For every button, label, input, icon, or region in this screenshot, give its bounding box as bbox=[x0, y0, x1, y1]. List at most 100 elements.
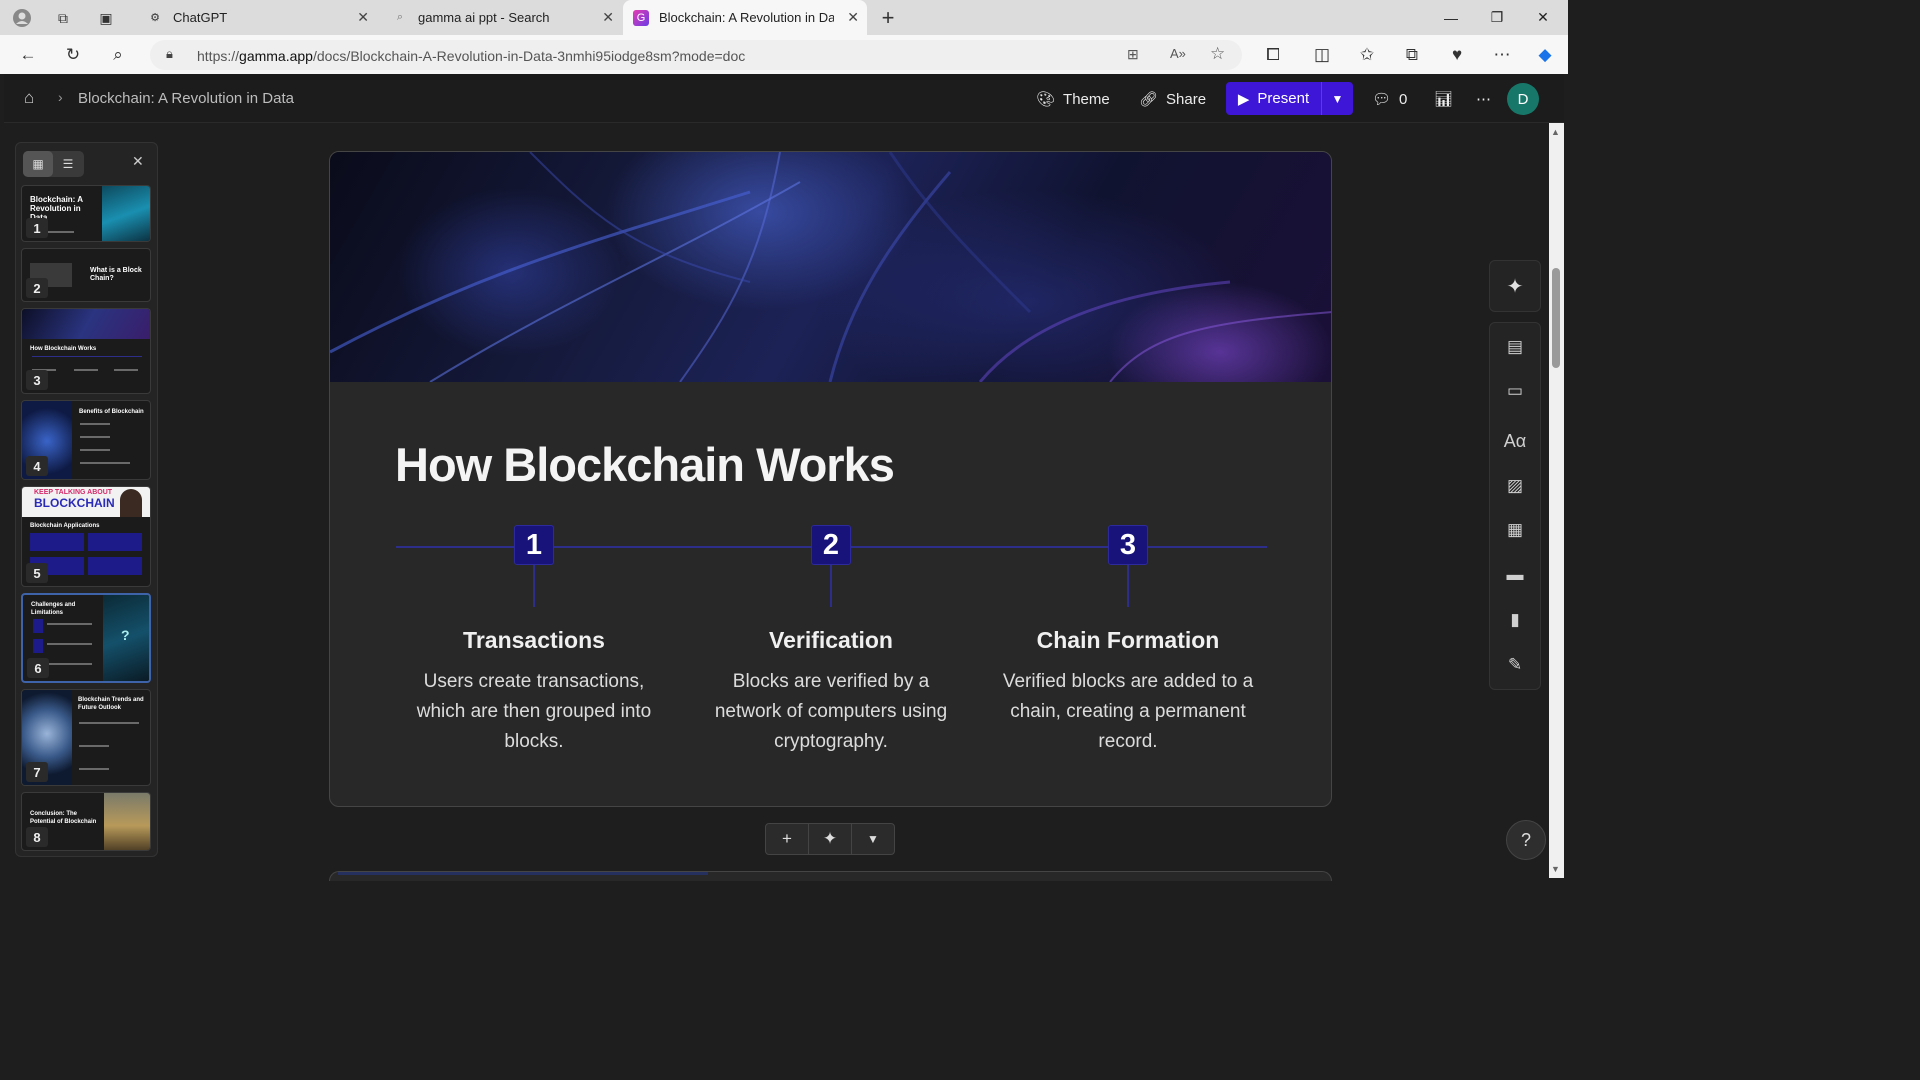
slide-thumbnail-4[interactable]: Benefits of Blockchain 4 bbox=[21, 400, 151, 480]
page-scrollbar[interactable]: ▲ ▼ bbox=[1549, 123, 1564, 878]
browser-essentials-icon[interactable]: ♥ bbox=[1444, 42, 1470, 68]
slide-image: KEEP TALKING ABOUT BLOCKCHAIN bbox=[22, 487, 150, 517]
step-number: 1 bbox=[514, 525, 554, 565]
favorites-icon[interactable]: ✩ bbox=[1354, 42, 1380, 68]
chatgpt-icon: ⚙ bbox=[150, 12, 160, 24]
home-icon[interactable]: ⌂ bbox=[24, 88, 34, 108]
chart-icon[interactable]: ▮ bbox=[1490, 600, 1540, 640]
add-card-icon[interactable]: + bbox=[766, 824, 809, 854]
minimize-icon[interactable]: — bbox=[1428, 0, 1474, 35]
slide-thumbnail-3[interactable]: How Blockchain Works 3 bbox=[21, 308, 151, 394]
slide-card[interactable]: How Blockchain Works 1 Transactions User… bbox=[329, 151, 1332, 807]
step-heading[interactable]: Chain Formation bbox=[998, 627, 1258, 654]
slide-thumbnail-1[interactable]: Blockchain: A Revolution in Data 1 bbox=[21, 185, 151, 242]
step-heading[interactable]: Transactions bbox=[404, 627, 664, 654]
tab-title: Blockchain: A Revolution in Data bbox=[659, 10, 834, 25]
video-icon[interactable]: ▦ bbox=[1490, 510, 1540, 550]
avatar[interactable]: D bbox=[1507, 83, 1539, 115]
close-icon[interactable]: ✕ bbox=[602, 9, 614, 26]
present-button[interactable]: ▶ Present bbox=[1226, 82, 1321, 115]
slide-thumbnail-6[interactable]: Challenges and Limitations ? 6 bbox=[21, 593, 151, 683]
ai-generate-icon[interactable]: ✦ bbox=[809, 824, 852, 854]
workspaces-icon[interactable]: ⧉ bbox=[49, 4, 77, 32]
close-icon[interactable]: ✕ bbox=[357, 9, 369, 26]
vertical-tabs-icon[interactable]: ▣ bbox=[92, 4, 120, 32]
profile-icon[interactable] bbox=[8, 4, 36, 32]
step-description[interactable]: Blocks are verified by a network of comp… bbox=[701, 667, 961, 757]
scrollbar-thumb[interactable] bbox=[1552, 268, 1560, 368]
chevron-right-icon: › bbox=[58, 89, 63, 105]
step-number: 3 bbox=[1108, 525, 1148, 565]
scroll-down-icon[interactable]: ▼ bbox=[1551, 864, 1560, 874]
link-icon: 🔗︎ bbox=[1139, 91, 1159, 108]
split-screen-icon[interactable]: ◫ bbox=[1309, 42, 1335, 68]
copilot-icon[interactable]: ◆ bbox=[1532, 42, 1558, 68]
chevron-down-icon[interactable]: ▼ bbox=[1321, 82, 1353, 115]
scroll-up-icon[interactable]: ▲ bbox=[1551, 127, 1560, 137]
palette-icon: 🎨︎ bbox=[1036, 91, 1056, 108]
browser-toolbar: ← ↻ ⌕ 🔒︎ https://gamma.app/docs/Blockcha… bbox=[0, 35, 1568, 74]
slide-image bbox=[22, 309, 150, 339]
slide-thumbnail-5[interactable]: KEEP TALKING ABOUT BLOCKCHAIN Blockchain… bbox=[21, 486, 151, 587]
tab-title: gamma ai ppt - Search bbox=[418, 10, 550, 25]
share-button[interactable]: 🔗︎ Share bbox=[1139, 83, 1206, 115]
edit-form-icon[interactable]: ✎ bbox=[1490, 645, 1540, 685]
more-menu-icon[interactable]: ⋯ bbox=[1489, 42, 1515, 68]
help-button[interactable]: ? bbox=[1506, 820, 1546, 860]
tab-title: ChatGPT bbox=[173, 10, 228, 25]
insert-toolbar: ▤ ▭ Aα ▨ ▦ ▬ ▮ ✎ bbox=[1489, 322, 1541, 690]
slide-thumbnail-8[interactable]: Conclusion: The Potential of Blockchain … bbox=[21, 792, 151, 851]
comments-button[interactable]: 💬︎ 0 bbox=[1372, 83, 1407, 115]
add-card-template-icon[interactable]: ▤ bbox=[1490, 327, 1540, 367]
refresh-icon[interactable]: ↻ bbox=[60, 42, 86, 68]
back-icon[interactable]: ← bbox=[15, 42, 41, 68]
search-icon[interactable]: ⌕ bbox=[105, 42, 131, 68]
browser-tab-strip: ⧉ ▣ ⚙ ChatGPT ✕ ⌕ gamma ai ppt - Search … bbox=[0, 0, 1568, 35]
list-view-icon[interactable]: ☰ bbox=[53, 151, 83, 177]
add-card-toolbar: + ✦ ▼ bbox=[765, 823, 895, 855]
tab-search[interactable]: ⌕ gamma ai ppt - Search ✕ bbox=[382, 0, 622, 35]
close-window-icon[interactable]: ✕ bbox=[1520, 0, 1566, 35]
favorite-star-icon[interactable]: ☆ bbox=[1210, 44, 1225, 64]
ai-edit-icon[interactable]: ✦ bbox=[1489, 260, 1541, 312]
embed-icon[interactable]: ▬ bbox=[1490, 555, 1540, 595]
breadcrumb-doc-title[interactable]: Blockchain: A Revolution in Data bbox=[78, 90, 294, 107]
theme-button[interactable]: 🎨︎ Theme bbox=[1036, 83, 1110, 115]
step-connector bbox=[1127, 565, 1129, 607]
gamma-icon: G bbox=[633, 9, 649, 26]
app-available-icon[interactable]: ⊞ bbox=[1127, 46, 1139, 63]
grid-view-icon[interactable]: ▦ bbox=[23, 151, 53, 177]
card-title[interactable]: How Blockchain Works bbox=[395, 437, 895, 492]
close-icon[interactable]: ✕ bbox=[847, 9, 859, 26]
restore-icon[interactable]: ❐ bbox=[1474, 0, 1520, 35]
view-toggle: ▦ ☰ bbox=[23, 151, 84, 177]
read-aloud-icon[interactable]: A» bbox=[1170, 46, 1186, 61]
text-icon[interactable]: Aα bbox=[1490, 421, 1540, 461]
url-text: https://gamma.app/docs/Blockchain-A-Revo… bbox=[197, 48, 746, 64]
play-icon: ▶ bbox=[1237, 90, 1250, 108]
address-bar[interactable]: 🔒︎ https://gamma.app/docs/Blockchain-A-R… bbox=[150, 40, 1242, 70]
tab-chatgpt[interactable]: ⚙ ChatGPT ✕ bbox=[137, 0, 377, 35]
slide-thumbnail-2[interactable]: What is a Block Chain? 2 bbox=[21, 248, 151, 302]
comment-icon: 💬︎ bbox=[1372, 91, 1392, 108]
chevron-down-icon[interactable]: ▼ bbox=[852, 824, 894, 854]
new-tab-icon[interactable]: + bbox=[874, 4, 902, 32]
step-description[interactable]: Verified blocks are added to a chain, cr… bbox=[998, 667, 1258, 757]
step-heading[interactable]: Verification bbox=[701, 627, 961, 654]
analytics-icon[interactable]: 📊︎ bbox=[1434, 83, 1453, 115]
tab-gamma[interactable]: G Blockchain: A Revolution in Data ✕ bbox=[623, 0, 867, 35]
slide-panel: ▦ ☰ ✕ Blockchain: A Revolution in Data 1… bbox=[15, 142, 158, 857]
step-description[interactable]: Users create transactions, which are the… bbox=[404, 667, 664, 757]
extensions-icon[interactable]: ⧠ bbox=[1260, 42, 1286, 68]
slide-thumbnail-7[interactable]: Blockchain Trends and Future Outlook 7 bbox=[21, 689, 151, 786]
lock-icon[interactable]: 🔒︎ bbox=[166, 46, 173, 62]
close-icon[interactable]: ✕ bbox=[132, 153, 144, 170]
search-icon: ⌕ bbox=[396, 11, 404, 23]
hero-image[interactable] bbox=[330, 152, 1331, 382]
layout-icon[interactable]: ▭ bbox=[1490, 371, 1540, 411]
more-options-icon[interactable]: ⋯ bbox=[1476, 83, 1491, 115]
slide-image: ? bbox=[103, 595, 149, 681]
app-header: ⌂ › Blockchain: A Revolution in Data 🎨︎ T… bbox=[4, 74, 1564, 123]
image-icon[interactable]: ▨ bbox=[1490, 466, 1540, 506]
collections-icon[interactable]: ⧉ bbox=[1399, 42, 1425, 68]
